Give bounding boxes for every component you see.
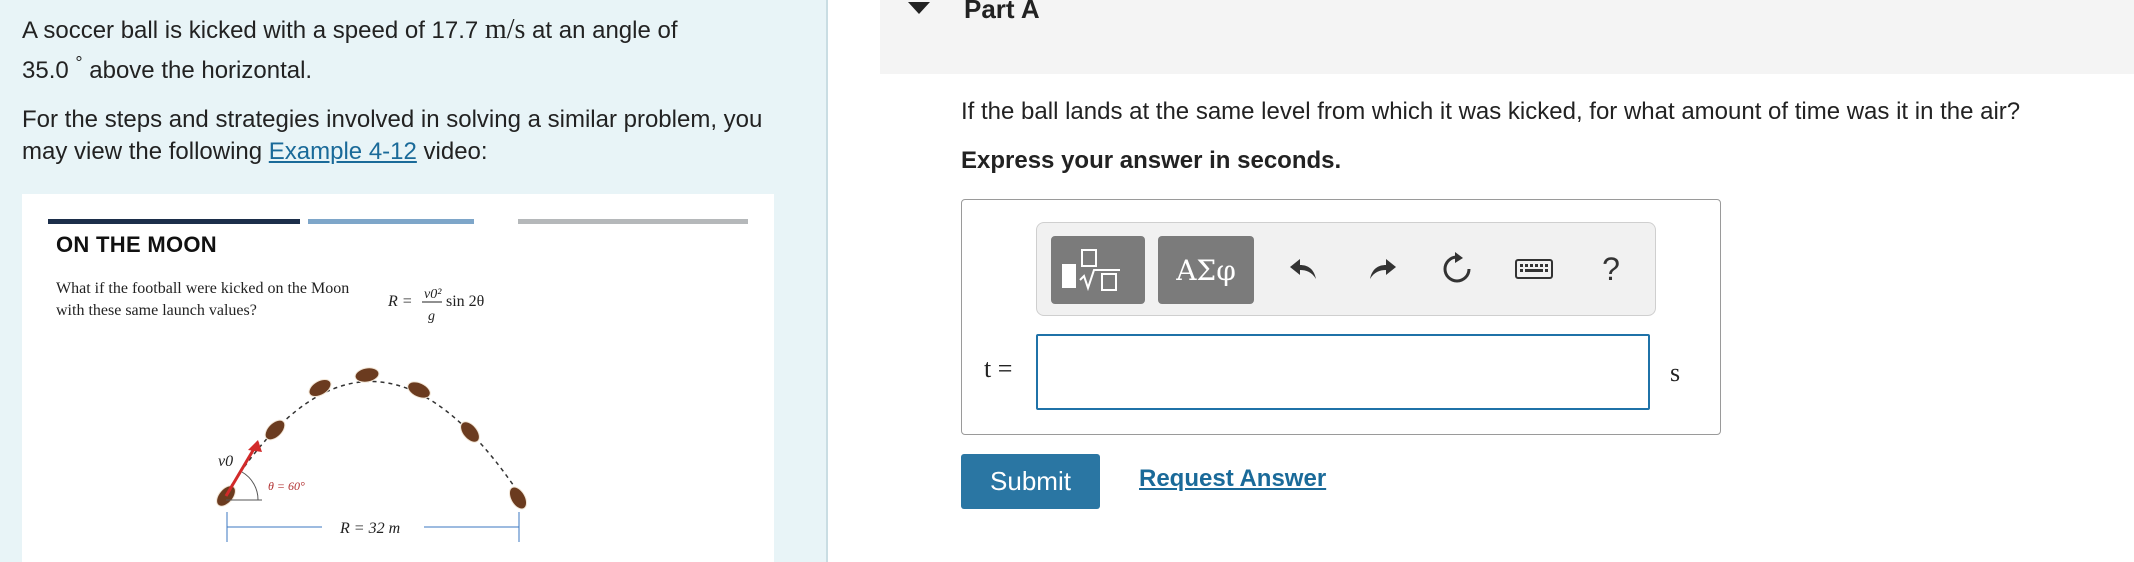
speed-unit: m/s (484, 14, 526, 45)
problem-text-2: at an angle of (525, 17, 678, 44)
redo-button[interactable] (1360, 246, 1404, 292)
example-figure: ON THE MOON What if the football were ki… (22, 194, 774, 562)
request-answer-link[interactable]: Request Answer (1139, 465, 1326, 493)
degree-symbol: ° (75, 53, 83, 73)
formula-denominator: g (428, 309, 435, 324)
keyboard-icon (1515, 259, 1553, 279)
reset-icon (1443, 252, 1471, 283)
undo-icon (1290, 259, 1316, 279)
part-title[interactable]: Part A (964, 0, 1040, 25)
undo-button[interactable] (1282, 246, 1326, 292)
templates-icon (1062, 249, 1120, 292)
angle-value: 35.0 (22, 57, 69, 84)
answer-instruction: Express your answer in seconds. (961, 147, 1342, 174)
pane-divider (826, 0, 828, 562)
problem-text-1: A soccer ball is kicked with a speed of … (22, 17, 485, 44)
angle-label: θ = 60° (268, 479, 305, 493)
submit-button[interactable]: Submit (961, 454, 1100, 509)
problem-text-3: above the horizontal. (82, 57, 313, 84)
question-text: If the ball lands at the same level from… (961, 98, 2021, 125)
greek-symbols-button[interactable]: ΑΣφ (1158, 236, 1254, 304)
ball-5 (407, 381, 431, 399)
formula-numerator: v0² (424, 287, 442, 302)
strategy-text-end: video: (416, 138, 488, 165)
strategy-paragraph: For the steps and strategies involved in… (22, 104, 782, 168)
templates-button[interactable] (1051, 236, 1145, 304)
variable-label: t = (984, 354, 1013, 383)
keyboard-button[interactable] (1512, 246, 1556, 292)
ball-7 (508, 486, 528, 510)
answer-input[interactable] (1036, 334, 1650, 410)
help-button[interactable]: ? (1589, 246, 1633, 292)
example-video-link[interactable]: Example 4-12 (269, 138, 417, 165)
v0-label: v0 (218, 453, 233, 470)
formula-lhs: R = (387, 293, 413, 310)
problem-statement: A soccer ball is kicked with a speed of … (22, 14, 782, 87)
redo-icon (1370, 259, 1396, 279)
reset-button[interactable] (1435, 246, 1479, 292)
answer-unit: s (1670, 358, 1681, 387)
part-header (880, 0, 2134, 74)
collapse-caret-icon[interactable] (908, 2, 930, 14)
ball-3 (308, 378, 332, 398)
range-label: R = 32 m (339, 520, 400, 537)
formula-rhs: sin 2θ (446, 293, 484, 310)
trajectory-diagram: R = v0² g sin 2θ v0 θ = 60° R = 32 m (216, 287, 528, 542)
